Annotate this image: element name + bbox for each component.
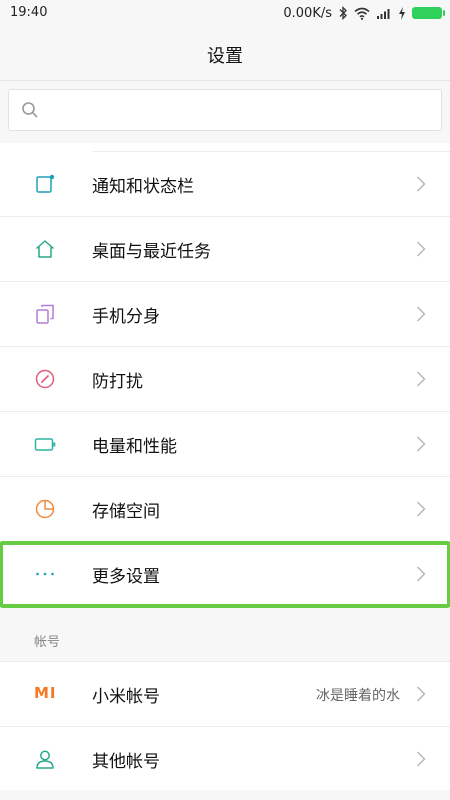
settings-item-label: 桌面与最近任务 xyxy=(92,242,211,262)
mi-logo-icon: MI xyxy=(34,684,57,702)
charging-icon xyxy=(399,6,405,20)
chevron-right-icon xyxy=(417,176,426,192)
home-icon xyxy=(36,240,54,258)
status-icons: 0.00K/s xyxy=(283,3,445,23)
settings-item-storage[interactable]: 存储空间 xyxy=(0,477,450,542)
settings-item-label: 通知和状态栏 xyxy=(92,177,194,197)
settings-item-label: 电量和性能 xyxy=(92,437,177,457)
search-bar xyxy=(0,81,450,143)
battery-performance-icon xyxy=(34,438,56,451)
settings-item-label: 存储空间 xyxy=(92,502,160,522)
signal-icon xyxy=(377,9,390,19)
chevron-right-icon xyxy=(417,501,426,517)
settings-item-desktop[interactable]: 桌面与最近任务 xyxy=(0,217,450,282)
account-section-header: 帐号 xyxy=(0,615,450,661)
chevron-right-icon xyxy=(417,686,426,702)
account-list: MI 小米帐号 冰是睡着的水 其他帐号 xyxy=(0,661,450,792)
storage-icon xyxy=(35,499,55,519)
settings-list: 通知和状态栏 桌面与最近任务 手机分身 防打扰 电量和性能 存储空间 更多设置 xyxy=(0,143,450,608)
do-not-disturb-icon xyxy=(35,369,55,389)
person-icon xyxy=(36,750,54,769)
chevron-right-icon xyxy=(417,436,426,452)
section-title: 帐号 xyxy=(34,635,61,650)
notification-icon xyxy=(36,174,55,193)
chevron-right-icon xyxy=(417,566,426,582)
account-item-label: 其他帐号 xyxy=(92,752,160,772)
search-box[interactable] xyxy=(8,89,442,132)
account-item-other[interactable]: 其他帐号 xyxy=(0,727,450,792)
bluetooth-icon xyxy=(339,6,347,20)
network-speed: 0.00K/s xyxy=(283,5,332,21)
title-bar: 设置 xyxy=(0,26,450,81)
chevron-right-icon xyxy=(417,306,426,322)
more-icon xyxy=(36,572,54,576)
account-item-mi[interactable]: MI 小米帐号 冰是睡着的水 xyxy=(0,662,450,727)
account-item-label: 小米帐号 xyxy=(92,687,160,707)
battery-icon xyxy=(412,7,445,19)
status-bar: 19:40 0.00K/s xyxy=(0,0,450,26)
search-input[interactable] xyxy=(49,90,433,132)
wifi-icon xyxy=(354,7,370,20)
settings-item-battery[interactable]: 电量和性能 xyxy=(0,412,450,477)
status-time: 19:40 xyxy=(10,5,48,20)
search-icon xyxy=(22,102,38,118)
bottom-edge xyxy=(0,790,450,800)
list-top-edge xyxy=(0,143,450,152)
dual-phone-icon xyxy=(36,304,54,324)
settings-item-more-settings[interactable]: 更多设置 xyxy=(0,541,450,608)
chevron-right-icon xyxy=(417,751,426,767)
chevron-right-icon xyxy=(417,241,426,257)
settings-item-dual-apps[interactable]: 手机分身 xyxy=(0,282,450,347)
settings-item-label: 手机分身 xyxy=(92,307,160,327)
settings-item-label: 更多设置 xyxy=(92,567,160,587)
settings-item-notifications[interactable]: 通知和状态栏 xyxy=(0,152,450,217)
settings-item-label: 防打扰 xyxy=(92,372,143,392)
chevron-right-icon xyxy=(417,371,426,387)
settings-item-do-not-disturb[interactable]: 防打扰 xyxy=(0,347,450,412)
page-title: 设置 xyxy=(207,46,243,67)
account-username: 冰是睡着的水 xyxy=(316,688,400,704)
